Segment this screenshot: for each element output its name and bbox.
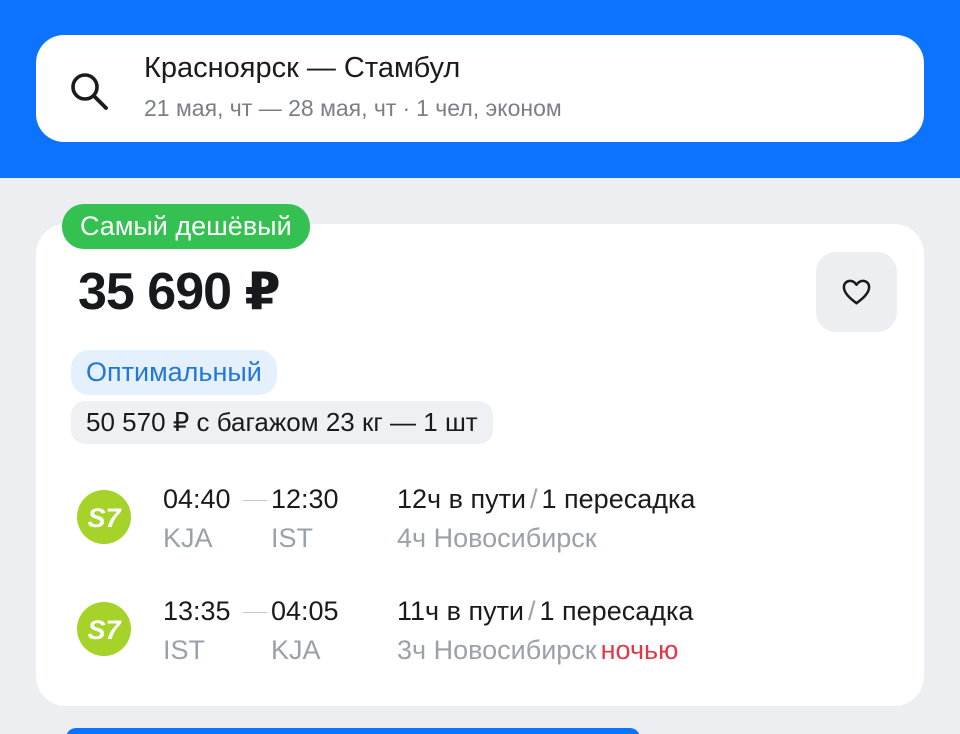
transfer-count: 1 пересадка — [541, 484, 696, 514]
night-layover-note: ночью — [600, 635, 679, 665]
duration-slash: / — [530, 484, 538, 514]
route-title: Красноярск — Стамбул — [144, 52, 461, 84]
depart-airport: IST — [163, 635, 206, 665]
stopover-info: 3ч Новосибирск ночью — [397, 635, 678, 666]
s7-logo-text: S7 — [87, 503, 122, 533]
transfer-count: 1 пересадка — [539, 596, 694, 626]
segment-duration: 11ч в пути/1 пересадка — [397, 596, 693, 627]
time-dash — [243, 500, 267, 501]
depart-time: 13:35 — [163, 596, 231, 626]
arrive-airport: IST — [271, 523, 314, 553]
favorite-button[interactable] — [816, 252, 897, 332]
passengers-class: 1 чел, эконом — [416, 95, 562, 121]
optimal-tag: Оптимальный — [71, 350, 277, 395]
duration-slash: / — [528, 596, 536, 626]
travel-time: 11ч в пути — [397, 596, 525, 626]
arrive-airport: KJA — [271, 635, 321, 665]
baggage-price-tag: 50 570 ₽ с багажом 23 кг — 1 шт — [71, 401, 493, 444]
time-dash — [243, 612, 267, 613]
search-icon[interactable] — [68, 70, 110, 112]
s7-logo-icon: S7 — [77, 602, 131, 656]
heart-icon — [842, 279, 871, 305]
travel-time: 12ч в пути — [397, 484, 527, 514]
route-details: 21 мая, чт — 28 мая, чт · 1 чел, эконом — [144, 95, 562, 122]
s7-logo-text: S7 — [87, 615, 122, 645]
flight-segment-return: S7 13:35 04:05 IST KJA 11ч в пути/1 пере… — [0, 596, 960, 676]
next-card-edge — [66, 728, 640, 734]
details-separator: · — [402, 95, 411, 121]
s7-logo-icon: S7 — [77, 490, 131, 544]
stopover-info: 4ч Новосибирск — [397, 523, 597, 554]
cheapest-badge: Самый дешёвый — [62, 204, 310, 249]
arrive-time: 12:30 — [271, 484, 339, 514]
depart-airport: KJA — [163, 523, 213, 553]
travel-dates: 21 мая, чт — 28 мая, чт — [144, 95, 397, 121]
stopover-city: 3ч Новосибирск — [397, 635, 597, 665]
arrive-time: 04:05 — [271, 596, 339, 626]
segment-duration: 12ч в пути/1 пересадка — [397, 484, 695, 515]
offer-price: 35 690 ₽ — [78, 263, 281, 321]
stopover-city: 4ч Новосибирск — [397, 523, 597, 553]
depart-time: 04:40 — [163, 484, 231, 514]
flight-segment-outbound: S7 04:40 12:30 KJA IST 12ч в пути/1 пере… — [0, 484, 960, 564]
